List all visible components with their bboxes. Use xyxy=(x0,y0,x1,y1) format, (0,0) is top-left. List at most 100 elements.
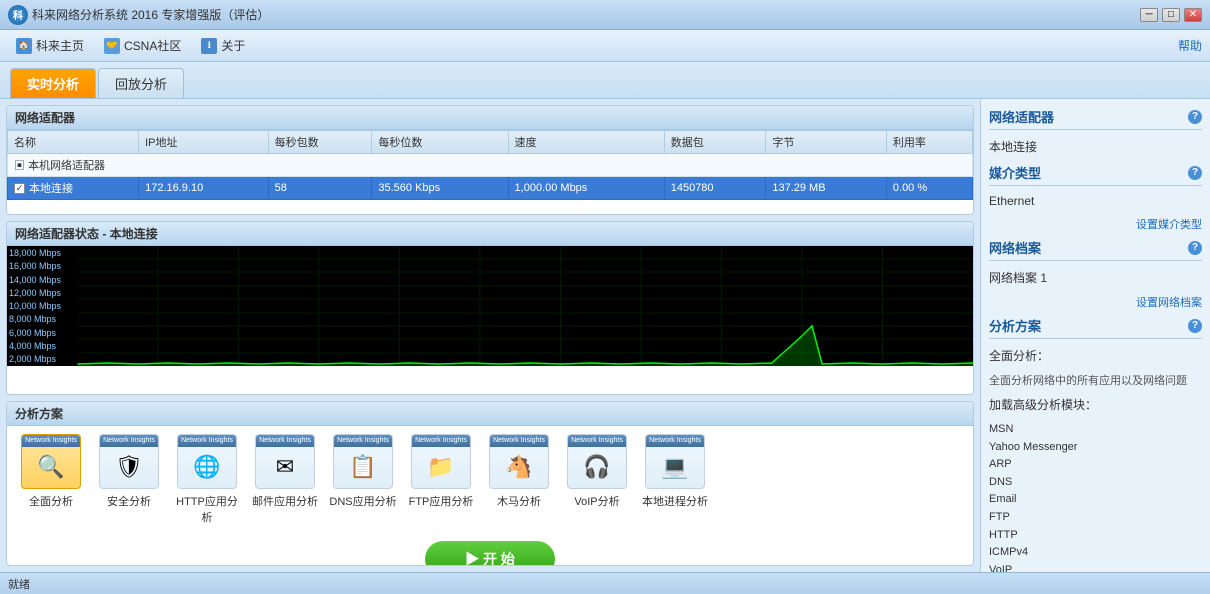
y-label-8: 2,000 Mbps xyxy=(9,354,61,364)
analysis-icon-item-5[interactable]: Network Insights 📁 FTP应用分析 xyxy=(405,434,477,509)
analysis-icon-img-3: ✉ xyxy=(276,454,294,480)
adapter-usage-cell: 0.00 % xyxy=(886,177,972,200)
scheme-help-icon[interactable]: ? xyxy=(1188,319,1202,333)
y-label-2: 14,000 Mbps xyxy=(9,275,61,285)
y-label-4: 10,000 Mbps xyxy=(9,301,61,311)
titlebar-left: 科 科来网络分析系统 2016 专家增强版（评估） xyxy=(8,5,269,25)
advanced-item-0: MSN xyxy=(989,421,1202,439)
analysis-icon-header-0: Network Insights xyxy=(22,435,80,447)
adapter-name-cell: ✓ 本地连接 xyxy=(8,177,139,200)
menu-about[interactable]: ℹ 关于 xyxy=(193,34,253,57)
profile-settings-link[interactable]: 设置网络档案 xyxy=(989,294,1202,310)
analysis-section: 分析方案 Network Insights 🔍 全面分析 Network Ins… xyxy=(6,401,974,566)
adapter-checkbox[interactable]: ✓ xyxy=(14,183,25,194)
analysis-icon-label-8: 本地进程分析 xyxy=(642,493,708,509)
right-adapter-title: 网络适配器 ? xyxy=(989,107,1202,130)
chart-body: 18,000 Mbps 16,000 Mbps 14,000 Mbps 12,0… xyxy=(7,246,973,366)
right-scheme-full-desc: 全面分析网络中的所有应用以及网络问题 xyxy=(989,372,1202,388)
analysis-icon-header-3: Network Insights xyxy=(256,435,314,447)
analysis-icon-box-4: Network Insights 📋 xyxy=(333,434,393,489)
adapter-group-row: ▣ 本机网络适配器 xyxy=(8,154,973,177)
maximize-button[interactable]: □ xyxy=(1162,8,1180,22)
community-icon: 🤝 xyxy=(104,38,120,54)
col-bps: 每秒位数 xyxy=(372,131,508,154)
help-button[interactable]: 帮助 xyxy=(1178,37,1202,54)
analysis-icon-label-7: VoIP分析 xyxy=(574,493,619,509)
analysis-section-title: 分析方案 xyxy=(7,402,973,426)
main-layout: 网络适配器 名称 IP地址 每秒包数 每秒位数 速度 数据包 字节 利用率 xyxy=(0,99,1210,572)
analysis-icon-box-0: Network Insights 🔍 xyxy=(21,434,81,489)
y-label-0: 18,000 Mbps xyxy=(9,248,61,258)
analysis-icon-box-1: Network Insights 🛡 xyxy=(99,434,159,489)
col-usage: 利用率 xyxy=(886,131,972,154)
col-ip: IP地址 xyxy=(139,131,269,154)
right-adapter-name: 本地连接 xyxy=(989,136,1202,157)
right-media-title: 媒介类型 ? xyxy=(989,163,1202,186)
titlebar-title: 科来网络分析系统 2016 专家增强版（评估） xyxy=(32,6,269,23)
info-icon: ℹ xyxy=(201,38,217,54)
analysis-icon-item-7[interactable]: Network Insights 🎧 VoIP分析 xyxy=(561,434,633,509)
analysis-icon-box-8: Network Insights 💻 xyxy=(645,434,705,489)
analysis-icon-item-4[interactable]: Network Insights 📋 DNS应用分析 xyxy=(327,434,399,509)
advanced-item-5: FTP xyxy=(989,509,1202,527)
analysis-icon-label-1: 安全分析 xyxy=(107,493,151,509)
analysis-icon-item-2[interactable]: Network Insights 🌐 HTTP应用分析 xyxy=(171,434,243,525)
adapter-table: 名称 IP地址 每秒包数 每秒位数 速度 数据包 字节 利用率 xyxy=(7,130,973,200)
profile-help-icon[interactable]: ? xyxy=(1188,241,1202,255)
expand-icon[interactable]: ▣ xyxy=(14,160,25,172)
minimize-button[interactable]: ─ xyxy=(1140,8,1158,22)
analysis-icon-item-6[interactable]: Network Insights 🐴 木马分析 xyxy=(483,434,555,509)
analysis-icon-item-3[interactable]: Network Insights ✉ 邮件应用分析 xyxy=(249,434,321,509)
close-button[interactable]: ✕ xyxy=(1184,8,1202,22)
analysis-icon-box-6: Network Insights 🐴 xyxy=(489,434,549,489)
start-button[interactable]: ▶ 开 始 xyxy=(425,541,555,566)
y-label-3: 12,000 Mbps xyxy=(9,288,61,298)
analysis-icon-img-0: 🔍 xyxy=(37,454,64,480)
y-label-5: 8,000 Mbps xyxy=(9,314,61,324)
analysis-icon-label-2: HTTP应用分析 xyxy=(171,493,243,525)
analysis-icon-item-8[interactable]: Network Insights 💻 本地进程分析 xyxy=(639,434,711,509)
adapter-packets-cell: 1450780 xyxy=(664,177,766,200)
analysis-icon-img-1: 🛡 xyxy=(115,454,143,480)
analysis-icon-box-5: Network Insights 📁 xyxy=(411,434,471,489)
home-icon: 🏠 xyxy=(16,38,32,54)
adapter-section-title: 网络适配器 xyxy=(7,106,973,130)
analysis-icon-box-2: Network Insights 🌐 xyxy=(177,434,237,489)
y-label-7: 4,000 Mbps xyxy=(9,341,61,351)
right-scheme-full-label: 全面分析： xyxy=(989,345,1202,366)
analysis-icon-img-5: 📁 xyxy=(427,454,454,480)
analysis-icon-label-5: FTP应用分析 xyxy=(409,493,474,509)
adapter-bytes-cell: 137.29 MB xyxy=(766,177,887,200)
analysis-icon-label-0: 全面分析 xyxy=(29,493,73,509)
statusbar: 就绪 xyxy=(0,572,1210,594)
analysis-icon-label-3: 邮件应用分析 xyxy=(252,493,318,509)
menu-about-label: 关于 xyxy=(221,37,245,54)
menu-home[interactable]: 🏠 科来主页 xyxy=(8,34,92,57)
adapter-data-row[interactable]: ✓ 本地连接 172.16.9.10 58 35.560 Kbps 1,000.… xyxy=(8,177,973,200)
analysis-icon-img-2: 🌐 xyxy=(193,454,220,480)
adapter-pps-cell: 58 xyxy=(268,177,372,200)
adapter-bps-cell: 35.560 Kbps xyxy=(372,177,508,200)
advanced-item-8: VoIP xyxy=(989,562,1202,572)
titlebar-controls[interactable]: ─ □ ✕ xyxy=(1140,8,1202,22)
analysis-icon-header-8: Network Insights xyxy=(646,435,704,447)
menu-home-label: 科来主页 xyxy=(36,37,84,54)
adapter-help-icon[interactable]: ? xyxy=(1188,110,1202,124)
menu-community[interactable]: 🤝 CSNA社区 xyxy=(96,34,189,57)
adapter-section-body: 名称 IP地址 每秒包数 每秒位数 速度 数据包 字节 利用率 xyxy=(7,130,973,215)
media-help-icon[interactable]: ? xyxy=(1188,166,1202,180)
adapter-section: 网络适配器 名称 IP地址 每秒包数 每秒位数 速度 数据包 字节 利用率 xyxy=(6,105,974,215)
media-settings-link[interactable]: 设置媒介类型 xyxy=(989,216,1202,232)
left-panel: 网络适配器 名称 IP地址 每秒包数 每秒位数 速度 数据包 字节 利用率 xyxy=(0,99,980,572)
tab-realtime[interactable]: 实时分析 xyxy=(10,68,96,98)
right-media-value: Ethernet xyxy=(989,192,1202,210)
y-label-1: 16,000 Mbps xyxy=(9,261,61,271)
tab-playback[interactable]: 回放分析 xyxy=(98,68,184,98)
analysis-icon-header-2: Network Insights xyxy=(178,435,236,447)
analysis-icon-item-1[interactable]: Network Insights 🛡 安全分析 xyxy=(93,434,165,509)
analysis-icon-header-1: Network Insights xyxy=(100,435,158,447)
analysis-icon-item-0[interactable]: Network Insights 🔍 全面分析 xyxy=(15,434,87,509)
analysis-icon-img-4: 📋 xyxy=(349,454,376,480)
titlebar: 科 科来网络分析系统 2016 专家增强版（评估） ─ □ ✕ xyxy=(0,0,1210,30)
analysis-icon-label-6: 木马分析 xyxy=(497,493,541,509)
